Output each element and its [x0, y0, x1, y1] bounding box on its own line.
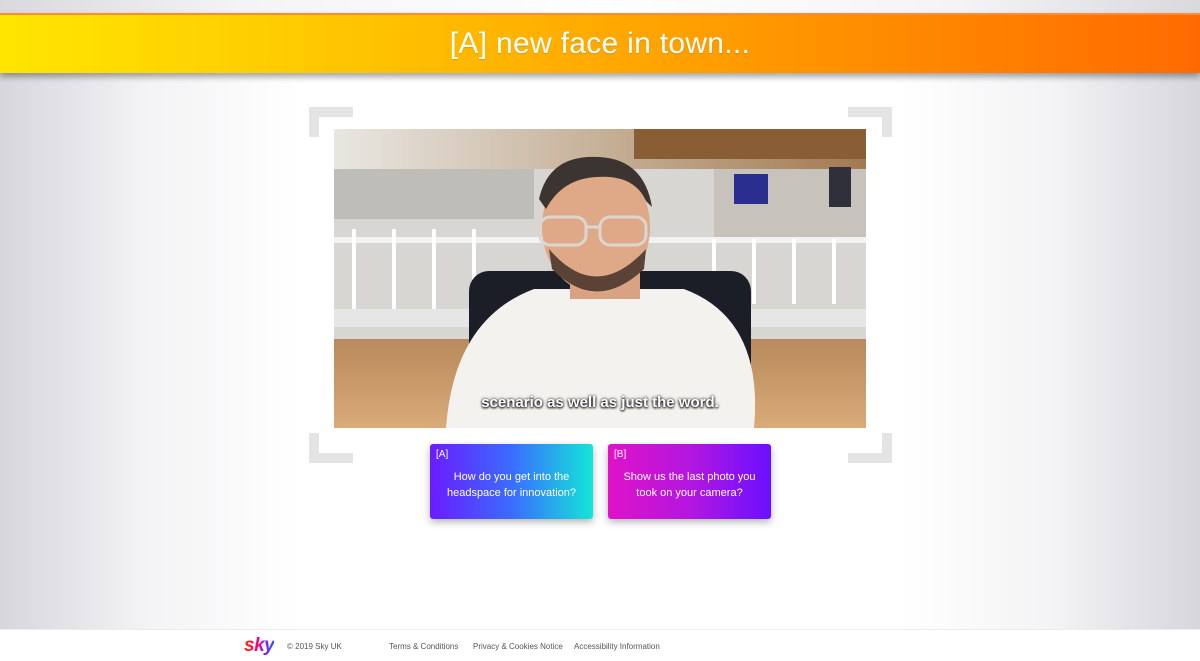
answer-option-a-letter: [A]: [436, 449, 449, 460]
sky-logo[interactable]: sky: [244, 635, 275, 657]
video-player[interactable]: scenario as well as just the word.: [334, 129, 866, 428]
accessibility-info-link[interactable]: Accessibility Information: [574, 642, 660, 651]
answer-option-a-text: How do you get into the headspace for in…: [446, 471, 577, 499]
answer-option-a[interactable]: [A] How do you get into the headspace fo…: [430, 444, 593, 519]
answer-option-b[interactable]: [B] Show us the last photo you took on y…: [608, 444, 771, 519]
title-banner: [A] new face in town...: [0, 13, 1200, 73]
video-frame-corner-bottom-right: [848, 433, 892, 463]
video-subtitle: scenario as well as just the word.: [481, 394, 719, 411]
answer-option-b-letter: [B]: [614, 449, 627, 460]
video-frame-corner-bottom-left: [309, 433, 353, 463]
video-frame-image: [334, 129, 866, 428]
answer-option-b-text: Show us the last photo you took on your …: [623, 471, 756, 499]
terms-conditions-link[interactable]: Terms & Conditions: [389, 642, 458, 651]
copyright-text: © 2019 Sky UK: [287, 642, 342, 651]
privacy-cookies-link[interactable]: Privacy & Cookies Notice: [473, 642, 563, 651]
footer: sky © 2019 Sky UK Terms & Conditions Pri…: [0, 629, 1200, 661]
page-title: [A] new face in town...: [449, 27, 751, 60]
top-strip: [0, 0, 1200, 13]
